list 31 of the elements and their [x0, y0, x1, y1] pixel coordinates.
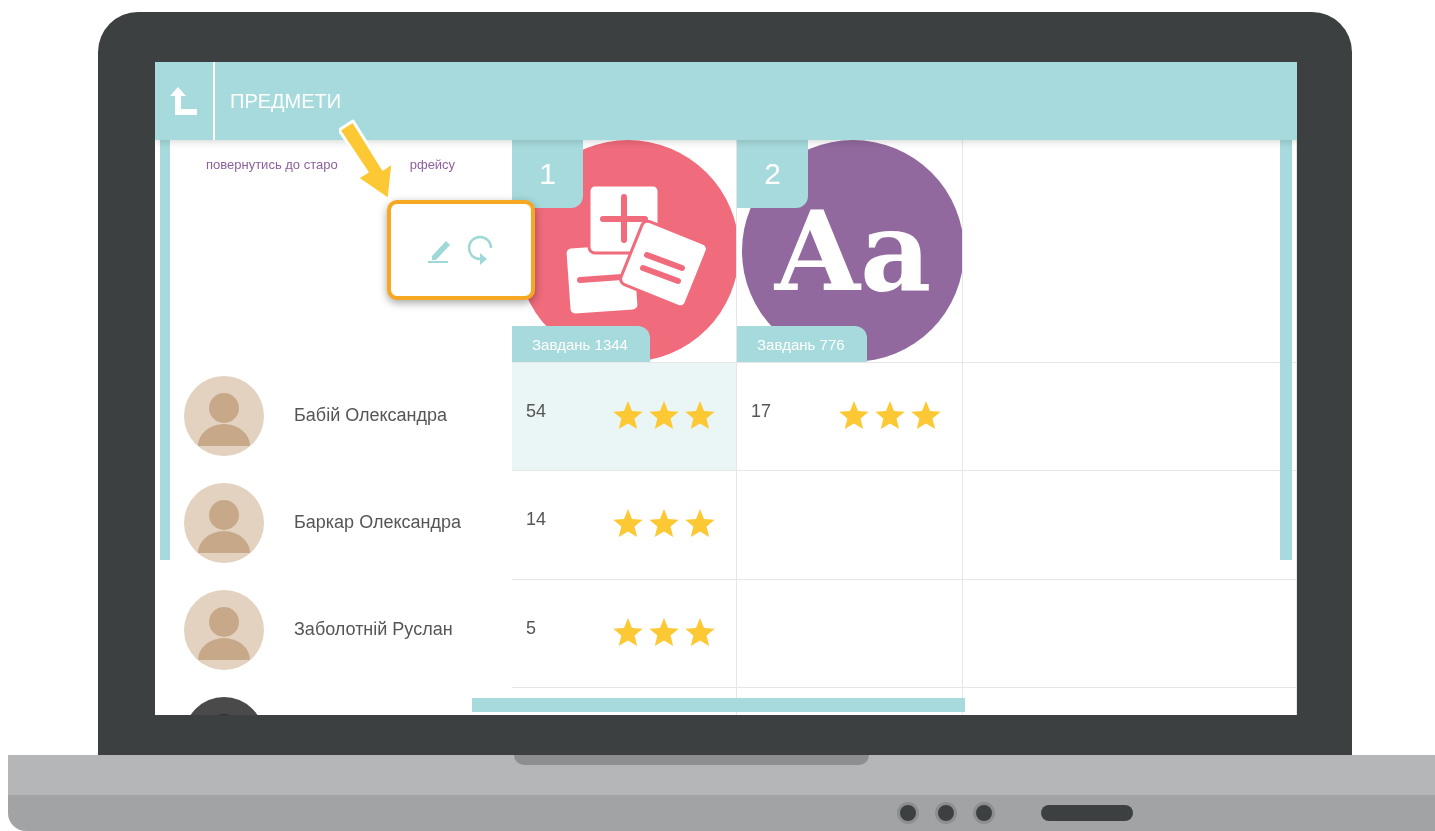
- score-value: 17: [751, 401, 772, 422]
- star-icon: [684, 401, 716, 431]
- star-icon: [838, 401, 870, 431]
- back-arrow-icon: [169, 85, 199, 117]
- tasks-count: Завдань 1344: [512, 326, 650, 362]
- old-interface-link[interactable]: повернутись до старо: [206, 157, 338, 173]
- score-value: 5: [526, 618, 536, 639]
- student-name: Баркар Олександра: [294, 512, 461, 533]
- subject-number: 2: [737, 140, 808, 208]
- star-icon: [684, 618, 716, 648]
- star-icon: [684, 509, 716, 539]
- score-value: 54: [526, 401, 547, 422]
- star-icon: [612, 401, 644, 431]
- old-interface-link[interactable]: рфейсу: [409, 157, 456, 173]
- subject-card[interactable]: Aa 2 Завдань 776: [737, 140, 963, 362]
- page-title: ПРЕДМЕТИ: [230, 89, 342, 113]
- star-icon: [648, 401, 680, 431]
- star-icon: [612, 509, 644, 539]
- score-cell[interactable]: 54: [512, 363, 737, 470]
- star-icon: [648, 618, 680, 648]
- star-icon: [612, 618, 644, 648]
- star-icon: [874, 401, 906, 431]
- scrollbar[interactable]: [1280, 140, 1292, 560]
- subject-number: 1: [512, 140, 583, 208]
- student-name: Бабій Олександра: [294, 405, 448, 426]
- star-icon: [910, 401, 942, 431]
- star-icon: [648, 509, 680, 539]
- scrollbar[interactable]: [472, 698, 965, 712]
- tasks-count: Завдань 776: [737, 326, 867, 362]
- student-name: Заболотній Руслан: [294, 619, 453, 640]
- score-value: 14: [526, 509, 547, 530]
